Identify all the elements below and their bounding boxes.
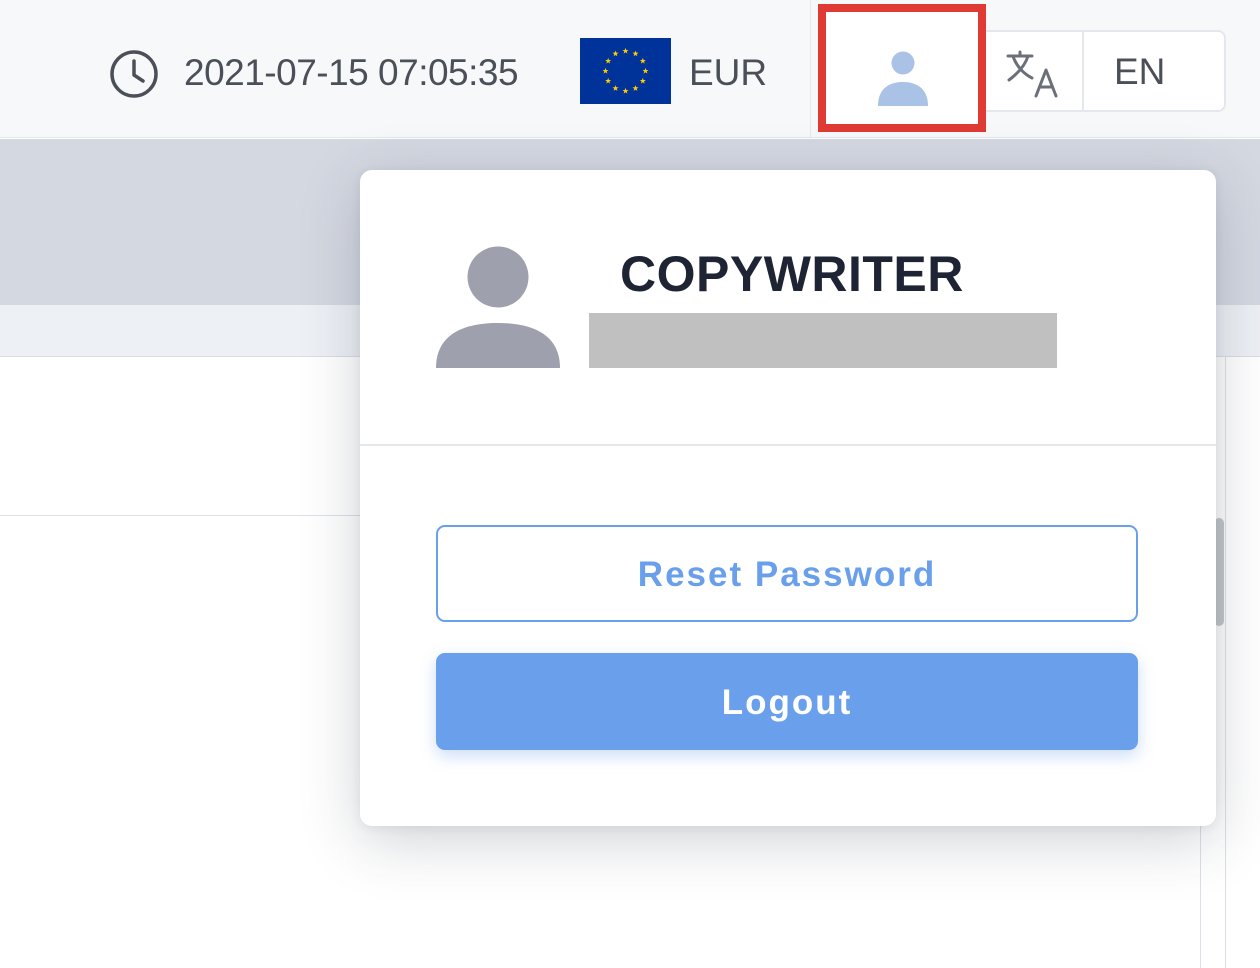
logout-button[interactable]: Logout — [436, 653, 1138, 750]
user-role: COPYWRITER — [620, 246, 964, 302]
user-icon — [878, 51, 928, 106]
translate-icon[interactable] — [1006, 50, 1060, 98]
currency-selector[interactable]: EUR — [689, 50, 767, 96]
content-divider — [0, 515, 400, 516]
reset-password-button[interactable]: Reset Password — [436, 525, 1138, 622]
topbar-divider — [810, 0, 811, 138]
user-menu-button[interactable] — [818, 4, 986, 132]
panel-divider — [360, 444, 1216, 446]
eu-flag-icon[interactable] — [580, 38, 671, 104]
top-bar: 2021-07-15 07:05:35 EUR EN — [0, 0, 1260, 138]
clock-icon — [110, 50, 158, 98]
redacted-username — [589, 313, 1057, 368]
language-switcher[interactable]: EN — [986, 30, 1226, 112]
avatar-icon — [436, 246, 560, 368]
language-separator — [1082, 32, 1084, 112]
user-dropdown-panel: COPYWRITER Reset Password Logout — [360, 170, 1216, 826]
language-code[interactable]: EN — [1114, 50, 1165, 94]
current-datetime: 2021-07-15 07:05:35 — [184, 52, 519, 93]
